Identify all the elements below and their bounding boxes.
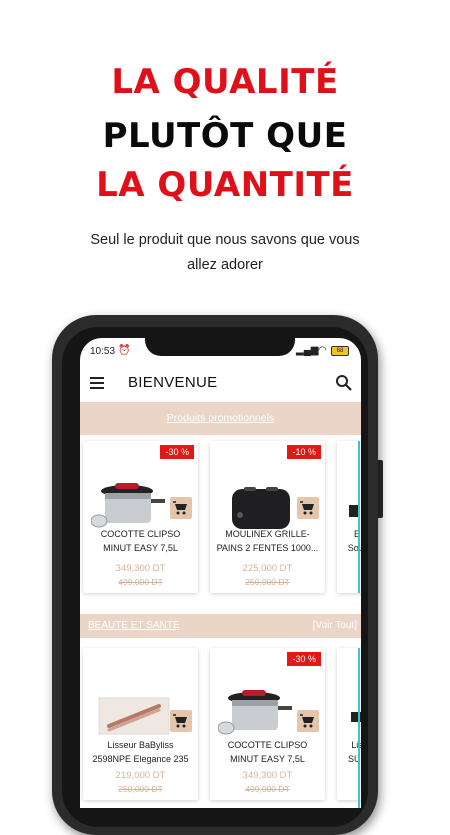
pressure-cooker-image: [218, 690, 292, 735]
product-card[interactable]: Lisseur BaByliss 2598NPE Elegance 235 219…: [83, 648, 198, 800]
status-time: 10:53: [90, 346, 116, 357]
product-old-price: 250,000 DT: [118, 784, 163, 794]
product-old-price: 250,000 DT: [245, 577, 290, 587]
scroll-edge-indicator: [358, 441, 360, 593]
product-price: 225,000 DT: [242, 563, 293, 574]
toaster-image: [232, 487, 290, 529]
cart-icon: [300, 501, 314, 515]
scroll-edge-indicator: [358, 648, 360, 808]
product-name: COCOTTE CLIPSO MINUT EASY 7,5L: [227, 740, 308, 764]
app-title: BIENVENUE: [128, 374, 218, 391]
wifi-icon: ◠: [318, 345, 327, 356]
subtitle-line-1: Seul le produit que nous savons que vous: [90, 232, 360, 248]
product-price: 349,300 DT: [115, 563, 166, 574]
discount-badge: -30 %: [160, 445, 194, 459]
product-card[interactable]: -30 % COCOTTE CLIPSO MINUT EASY 7,5L 349,…: [83, 441, 198, 593]
phone-notch: [145, 338, 295, 356]
headline-la: LA: [111, 62, 161, 102]
section-header-beaute-sante: BEAUTE ET SANTE [Voir Tout]: [80, 614, 361, 638]
headline-line-1: LA QUALITÉ: [0, 62, 450, 102]
cart-icon: [173, 501, 187, 515]
search-icon[interactable]: [335, 374, 353, 392]
product-price: 349,300 DT: [242, 770, 293, 781]
battery-icon: 68: [331, 346, 349, 356]
add-to-cart-button[interactable]: [297, 497, 319, 519]
hamburger-menu-icon[interactable]: [90, 377, 104, 389]
promo-banner-label[interactable]: Produits promotionnels: [80, 412, 361, 424]
promo-banner: Produits promotionnels: [80, 402, 361, 435]
subtitle-line-2: allez adorer: [187, 257, 263, 273]
app-bar: BIENVENUE: [80, 364, 361, 402]
cart-icon: [173, 714, 187, 728]
product-card[interactable]: -10 % MOULINEX GRILLE- PAINS 2 FENTES 100…: [210, 441, 325, 593]
headline-line-3: LA QUANTITÉ: [96, 165, 354, 205]
cart-icon: [300, 714, 314, 728]
signal-icon: ▂▄▆: [296, 345, 319, 356]
alarm-icon: ⏰: [118, 345, 131, 356]
product-card[interactable]: -30 % COCOTTE CLIPSO MINUT EASY 7,5L 349,…: [210, 648, 325, 800]
headline-line-2: PLUTÔT QUE: [102, 116, 348, 156]
product-old-price: 499,000 DT: [118, 577, 163, 587]
product-price: 219,000 DT: [115, 770, 166, 781]
product-name: MOULINEX GRILLE- PAINS 2 FENTES 1000...: [216, 529, 319, 553]
discount-badge: -10 %: [287, 445, 321, 459]
add-to-cart-button[interactable]: [170, 710, 192, 732]
add-to-cart-button[interactable]: [297, 710, 319, 732]
phone-screen: 10:53 ⏰ ▂▄▆ ◠ 68 BIENVENUE Produits prom…: [80, 338, 361, 808]
hair-straightener-image: [98, 697, 170, 735]
product-name: COCOTTE CLIPSO MINUT EASY 7,5L: [100, 529, 181, 553]
section-title: BEAUTE ET SANTE: [88, 620, 180, 631]
headline-qualite: QUALITÉ: [172, 62, 339, 102]
product-name: Lisseur BaByliss 2598NPE Elegance 235: [92, 740, 189, 764]
see-all-link[interactable]: [Voir Tout]: [313, 620, 357, 631]
add-to-cart-button[interactable]: [170, 497, 192, 519]
subtitle: Seul le produit que nous savons que vous…: [40, 228, 410, 278]
discount-badge: -30 %: [287, 652, 321, 666]
product-old-price: 499,000 DT: [245, 784, 290, 794]
